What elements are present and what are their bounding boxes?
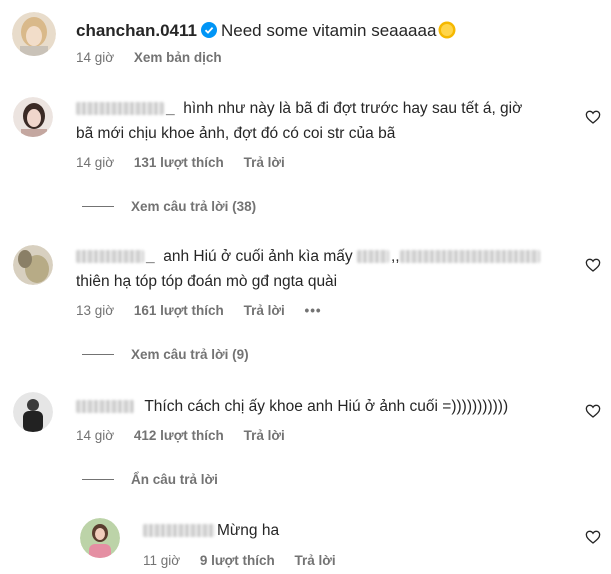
blurred-mention[interactable] (399, 250, 540, 264)
view-replies-button[interactable]: Xem câu trả lời (9) (82, 347, 249, 362)
heart-icon[interactable] (585, 529, 601, 545)
comment-time: 14 giờ (76, 155, 115, 170)
divider (82, 206, 114, 207)
comment-text: Thích cách chị ấy khoe anh Hiú ở ảnh cuố… (76, 394, 508, 419)
comment-time: 13 giờ (76, 303, 115, 318)
username[interactable]: chanchan.0411 (76, 21, 197, 40)
likes-count[interactable]: 131 lượt thích (134, 155, 224, 170)
comment-line: _ anh Hiú ở cuối ảnh kìa mấy ,, (76, 248, 542, 265)
heart-icon[interactable] (585, 109, 601, 125)
divider (82, 354, 114, 355)
more-options-icon[interactable]: ••• (304, 303, 321, 318)
comment-line: thiên hạ tóp tóp đoán mò gđ ngta quài (76, 273, 338, 290)
caption-time: 14 giờ (76, 50, 115, 65)
reply-button[interactable]: Trả lời (244, 303, 285, 318)
likes-count[interactable]: 161 lượt thích (134, 303, 224, 318)
reply-button[interactable]: Trả lời (244, 155, 285, 170)
view-replies-button[interactable]: Xem câu trả lời (38) (82, 199, 256, 214)
divider (82, 479, 114, 480)
blurred-username[interactable] (76, 400, 134, 414)
comment-text: _ anh Hiú ở cuối ảnh kìa mấy ,, thiên hạ… (76, 244, 542, 294)
translate-link[interactable]: Xem bản dịch (134, 50, 222, 65)
caption: chanchan.0411 Need some vitamin seaaaaa (76, 18, 456, 43)
reply-time: 11 giờ (143, 553, 181, 568)
sun-emoji-icon (438, 21, 456, 39)
blurred-username[interactable] (76, 102, 164, 116)
hide-replies-button[interactable]: Ẩn câu trả lời (82, 472, 218, 487)
comment-line: Thích cách chị ấy khoe anh Hiú ở ảnh cuố… (76, 398, 508, 415)
reply-meta: 11 giờ 9 lượt thích Trả lời (143, 553, 352, 568)
avatar[interactable] (13, 245, 53, 285)
avatar[interactable] (80, 518, 120, 558)
comment-line: bã mới chịu khoe ảnh, đợt đó có coi str … (76, 125, 396, 142)
reply-text: Mừng ha (143, 518, 279, 543)
reply-button[interactable]: Trả lời (244, 428, 285, 443)
verified-badge-icon (200, 22, 217, 38)
caption-meta: 14 giờ Xem bản dịch (76, 50, 238, 65)
comment-text: _ hình như này là bã đi đợt trước hay sa… (76, 96, 522, 146)
avatar[interactable] (13, 392, 53, 432)
comment-meta: 13 giờ 161 lượt thích Trả lời ••• (76, 303, 338, 318)
avatar[interactable] (12, 12, 56, 56)
avatar[interactable] (13, 97, 53, 137)
comment-meta: 14 giờ 131 lượt thích Trả lời (76, 155, 301, 170)
reply-button[interactable]: Trả lời (295, 553, 336, 568)
blurred-username[interactable] (143, 524, 215, 538)
heart-icon[interactable] (585, 403, 601, 419)
likes-count[interactable]: 9 lượt thích (200, 553, 275, 568)
likes-count[interactable]: 412 lượt thích (134, 428, 224, 443)
comment-line: _ hình như này là bã đi đợt trước hay sa… (76, 100, 522, 117)
comment-line: Mừng ha (143, 522, 279, 539)
blurred-username[interactable] (76, 250, 144, 264)
blurred-mention[interactable] (356, 250, 389, 264)
comment-time: 14 giờ (76, 428, 115, 443)
caption-text: Need some vitamin seaaaaa (220, 21, 437, 40)
comment-meta: 14 giờ 412 lượt thích Trả lời (76, 428, 301, 443)
heart-icon[interactable] (585, 257, 601, 273)
